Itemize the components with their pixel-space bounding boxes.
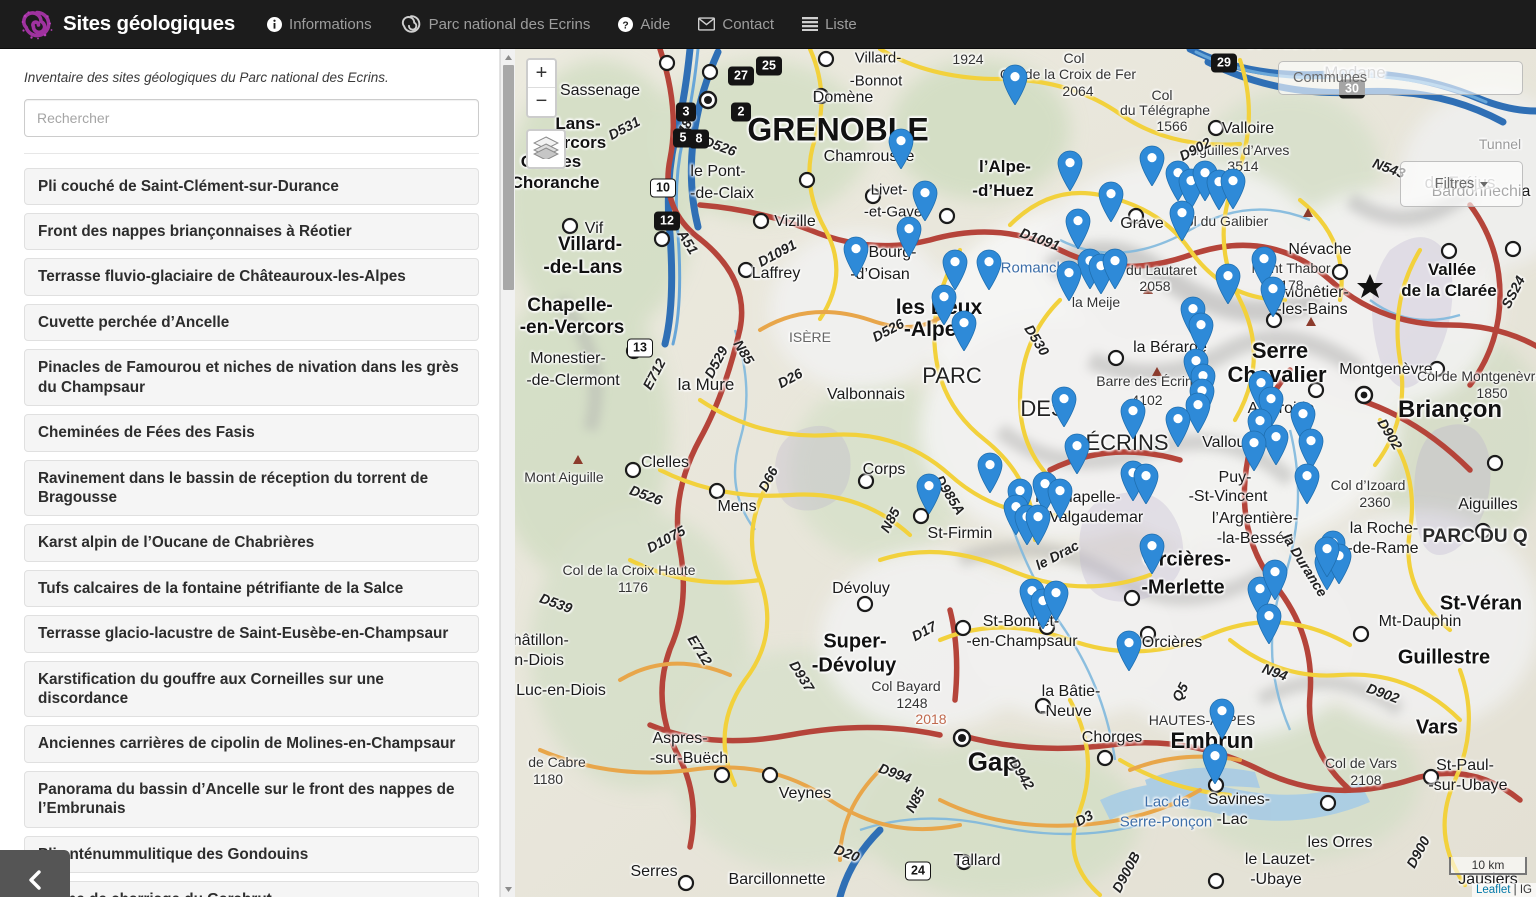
nav-link-liste[interactable]: Liste [788, 0, 871, 49]
search-input[interactable] [24, 98, 479, 137]
map-pin-marker-icon[interactable] [843, 236, 869, 277]
site-list-item[interactable]: Front des nappes briançonnaises à Réotie… [24, 212, 479, 251]
nav-label-contact: Contact [722, 15, 775, 33]
zoom-in-button[interactable]: + [528, 60, 555, 88]
brand-title: Sites géologiques [63, 12, 236, 35]
map-pin-marker-icon[interactable] [1169, 200, 1195, 241]
communes-selector[interactable]: Communes [1278, 61, 1523, 95]
map-pin-marker-icon[interactable] [1188, 312, 1214, 353]
map-pin-marker-icon[interactable] [896, 216, 922, 257]
chevron-down-icon [1480, 181, 1489, 187]
map-attribution: Leaflet | IG [1471, 883, 1536, 897]
nav-label-parc-national: Parc national des Ecrins [428, 15, 591, 33]
map-pin-marker-icon[interactable] [1056, 260, 1082, 301]
scrollbar-arrow-up-icon[interactable] [501, 49, 516, 65]
map-pin-marker-icon[interactable] [1241, 430, 1267, 471]
map-pin-marker-icon[interactable] [951, 310, 977, 351]
nav-link-parc-national[interactable]: Parc national des Ecrins [386, 0, 605, 49]
map-pin-marker-icon[interactable] [1064, 433, 1090, 474]
map-pin-marker-icon[interactable] [1215, 263, 1241, 304]
map-pin-marker-icon[interactable] [1057, 150, 1083, 191]
sidebar-divider [24, 152, 479, 154]
map-pin-marker-icon[interactable] [888, 128, 914, 169]
map-pin-marker-icon[interactable] [1260, 276, 1286, 317]
sidebar-intro-text: Inventaire des sites géologiques du Parc… [24, 70, 389, 85]
page-scrollbar[interactable] [500, 49, 515, 897]
sites-sidebar: Inventaire des sites géologiques du Parc… [0, 49, 500, 897]
map-pin-marker-icon[interactable] [1256, 603, 1282, 644]
map-scale-bar: 10 km [1449, 856, 1527, 875]
nav-label-liste: Liste [825, 15, 857, 33]
communes-label: Communes [1293, 70, 1368, 86]
map-pin-marker-icon[interactable] [1314, 536, 1340, 577]
map-pin-marker-icon[interactable] [1165, 406, 1191, 447]
site-list-item[interactable]: Pinacles de Famourou et niches de nivati… [24, 349, 479, 407]
leaflet-map[interactable]: GRENOBLE Sassenage Villard- -Bonnot Domène Ch… [515, 49, 1536, 897]
scale-label: 10 km [1471, 857, 1505, 872]
scrollbar-arrow-down-icon[interactable] [501, 881, 516, 897]
map-pin-marker-icon[interactable] [1116, 630, 1142, 671]
brand-logo-link[interactable]: Sites géologiques [20, 7, 235, 41]
map-pin-marker-icon[interactable] [916, 473, 942, 514]
pne-ammonite-icon [400, 13, 422, 35]
map-pin-marker-icon[interactable] [1139, 533, 1165, 574]
list-bars-icon [802, 17, 819, 31]
site-list: Pli couché de Saint-Clément-sur-Durance F… [24, 167, 479, 897]
sidebar-collapse-button[interactable] [0, 850, 70, 897]
map-pin-marker-icon[interactable] [1262, 559, 1288, 600]
map-pin-marker-icon[interactable] [1098, 181, 1124, 222]
site-list-item[interactable]: Tufs calcaires de la fontaine pétrifiant… [24, 569, 479, 608]
map-pin-marker-icon[interactable] [1139, 145, 1165, 186]
top-navbar: Sites géologiques Informations Parc nati… [0, 0, 1536, 49]
site-list-item[interactable]: Terrasse glacio-lacustre de Saint-Eusèbe… [24, 615, 479, 653]
map-pin-marker-icon[interactable] [1102, 248, 1128, 289]
site-list-item[interactable]: Pli couché de Saint-Clément-sur-Durance [24, 167, 479, 205]
site-list-item[interactable]: Pli anténummulitique des Gondouins [24, 835, 479, 874]
map-pin-marker-icon[interactable] [1133, 463, 1159, 504]
ammonite-spiral-icon [20, 7, 54, 41]
chevron-left-icon [25, 869, 45, 891]
site-list-item[interactable]: Cuvette perchée d’Ancelle [24, 303, 479, 342]
map-pin-marker-icon[interactable] [1002, 64, 1028, 105]
attribution-rest: | IG [1510, 884, 1532, 896]
map-pin-marker-icon[interactable] [1051, 386, 1077, 427]
envelope-icon [698, 17, 716, 31]
map-pin-marker-icon[interactable] [1120, 398, 1146, 439]
info-circle-icon [267, 16, 283, 32]
site-list-item[interactable]: Terrasse fluvio-glaciaire de Châteauroux… [24, 258, 479, 296]
site-list-item[interactable]: Anciennes carrières de cipolin de Moline… [24, 725, 479, 763]
map-pin-marker-icon[interactable] [1294, 463, 1320, 504]
map-pin-marker-icon[interactable] [1220, 168, 1246, 209]
nav-link-informations[interactable]: Informations [253, 0, 386, 49]
map-tiles [515, 49, 1536, 897]
nav-label-aide: Aide [640, 15, 671, 33]
map-pin-marker-icon[interactable] [1025, 504, 1051, 545]
map-pin-marker-icon[interactable] [1043, 580, 1069, 621]
leaflet-link[interactable]: Leaflet [1476, 884, 1511, 896]
site-list-item[interactable]: Karst alpin de l’Oucane de Chabrières [24, 524, 479, 562]
svg-text:?: ? [623, 20, 629, 31]
filtres-dropdown[interactable]: Filtres [1400, 161, 1523, 207]
site-list-item[interactable]: Ravinement dans le bassin de réception d… [24, 459, 479, 517]
layers-stack-icon [532, 135, 560, 164]
site-list-item[interactable]: Cheminées de Fées des Fasis [24, 414, 479, 452]
map-pin-marker-icon[interactable] [912, 180, 938, 221]
map-pin-marker-icon[interactable] [1065, 208, 1091, 249]
filtres-label: Filtres [1434, 176, 1475, 192]
map-pin-marker-icon[interactable] [1209, 698, 1235, 739]
map-pin-marker-icon[interactable] [977, 452, 1003, 493]
zoom-out-button[interactable]: − [528, 88, 555, 116]
scrollbar-thumb[interactable] [503, 65, 514, 290]
question-circle-icon: ? [618, 16, 634, 32]
map-pin-marker-icon[interactable] [976, 249, 1002, 290]
site-list-item[interactable]: Nappe de charriage du Garabrut [24, 881, 479, 897]
nav-link-aide[interactable]: ? Aide [604, 0, 684, 49]
site-list-item[interactable]: Karstification du gouffre aux Corneilles… [24, 660, 479, 718]
nav-link-contact[interactable]: Contact [684, 0, 788, 49]
nav-label-informations: Informations [289, 15, 372, 33]
map-pin-marker-icon[interactable] [1202, 743, 1228, 784]
layers-control-button[interactable] [526, 129, 566, 169]
map-zoom-control: + − [526, 58, 557, 118]
site-list-item[interactable]: Panorama du bassin d’Ancelle sur le fron… [24, 770, 479, 828]
